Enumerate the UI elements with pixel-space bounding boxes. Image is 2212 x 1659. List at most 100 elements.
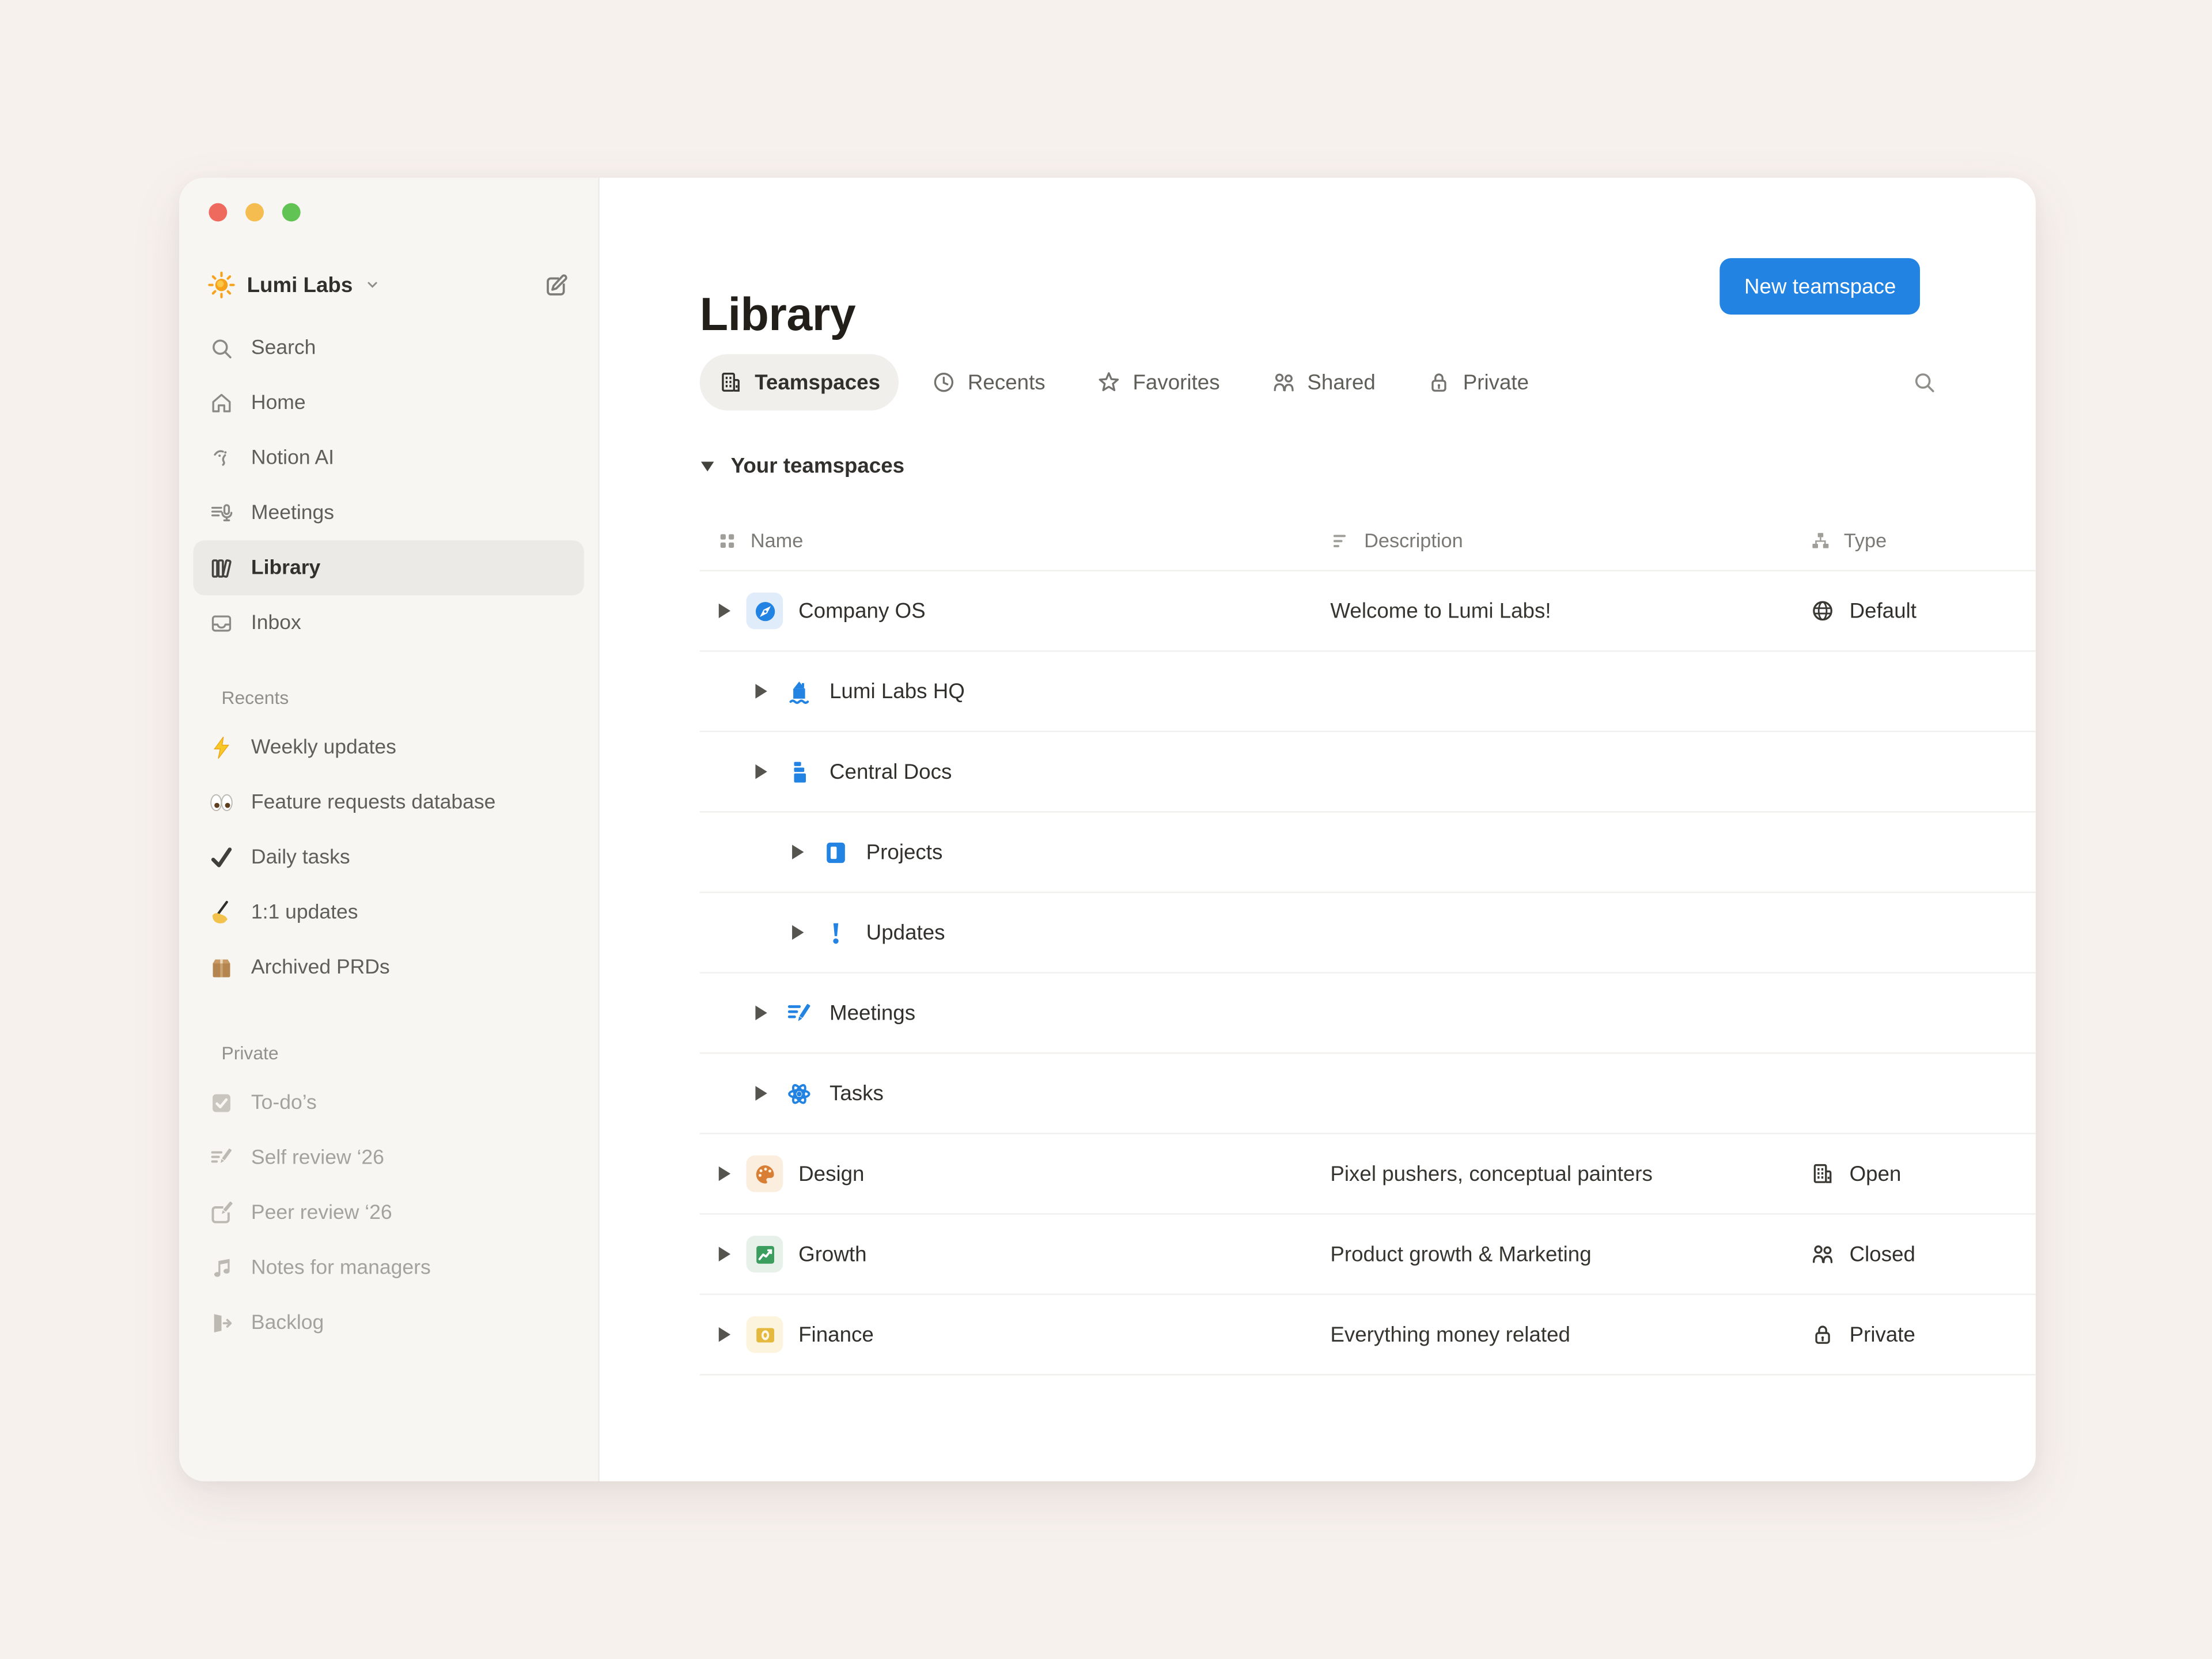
- private-item-todos[interactable]: To-do’s: [194, 1075, 584, 1130]
- private-item-notes-for-managers[interactable]: Notes for managers: [194, 1240, 584, 1296]
- tab-favorites[interactable]: Favorites: [1078, 354, 1238, 411]
- new-teamspace-button[interactable]: New teamspace: [1720, 258, 1920, 315]
- private-item-label: Self review ‘26: [251, 1146, 384, 1169]
- expand-toggle-icon[interactable]: [717, 1326, 733, 1343]
- close-window-button[interactable]: [209, 203, 227, 222]
- triangle-down-icon: [700, 459, 715, 474]
- expand-toggle-icon[interactable]: [717, 1245, 733, 1262]
- column-label: Description: [1364, 529, 1463, 551]
- recent-item-daily-tasks[interactable]: Daily tasks: [194, 830, 584, 885]
- expand-toggle-icon[interactable]: [753, 1085, 770, 1101]
- private-item-peer-review[interactable]: Peer review ‘26: [194, 1185, 584, 1240]
- sidebar: Lumi Labs Search Home Notion AI: [179, 178, 600, 1482]
- sidebar-item-label: Search: [251, 336, 316, 359]
- lightning-icon: [207, 733, 236, 761]
- text-lines-icon: [1330, 530, 1351, 551]
- zoom-window-button[interactable]: [282, 203, 301, 222]
- type-label: Default: [1850, 599, 1916, 623]
- sidebar-item-home[interactable]: Home: [194, 375, 584, 430]
- table-row-updates[interactable]: Updates: [700, 893, 2036, 974]
- sidebar-item-meetings[interactable]: Meetings: [194, 485, 584, 540]
- list-pencil-blue-icon: [783, 999, 814, 1027]
- recent-item-archived-prds[interactable]: Archived PRDs: [194, 940, 584, 995]
- teamspace-description: Everything money related: [1330, 1323, 1810, 1347]
- recent-item-1-1-updates[interactable]: 1:1 updates: [194, 885, 584, 940]
- tab-label: Shared: [1307, 370, 1375, 395]
- package-icon: [207, 953, 236, 981]
- table-row-meetings[interactable]: Meetings: [700, 974, 2036, 1054]
- private-item-label: Notes for managers: [251, 1256, 431, 1279]
- expand-toggle-icon[interactable]: [717, 603, 733, 619]
- table-header: Name Description Type: [700, 511, 2036, 571]
- table-row-growth[interactable]: Growth Product growth & Marketing Closed: [700, 1215, 2036, 1296]
- teamspace-name: Updates: [866, 921, 945, 945]
- table-row-design[interactable]: Design Pixel pushers, conceptual painter…: [700, 1134, 2036, 1215]
- recent-item-feature-requests[interactable]: Feature requests database: [194, 774, 584, 830]
- meetings-icon: [207, 499, 236, 527]
- teamspace-type: Open: [1810, 1161, 2036, 1187]
- recent-item-weekly-updates[interactable]: Weekly updates: [194, 719, 584, 775]
- expand-toggle-icon[interactable]: [753, 1005, 770, 1021]
- table-row-tasks[interactable]: Tasks: [700, 1054, 2036, 1134]
- column-header-name: Name: [700, 529, 1331, 551]
- recent-item-label: Archived PRDs: [251, 956, 390, 978]
- sidebar-item-label: Home: [251, 392, 306, 414]
- table-row-company-os[interactable]: Company OS Welcome to Lumi Labs! Default: [700, 571, 2036, 652]
- library-tabs: Teamspaces Recents Favorites Shared Priv…: [700, 354, 1937, 411]
- org-chart-icon: [1810, 530, 1831, 551]
- todo-checkbox-icon: [207, 1088, 236, 1116]
- building-icon: [718, 370, 744, 395]
- teamspace-name: Design: [798, 1162, 864, 1186]
- table-row-central-docs[interactable]: Central Docs: [700, 732, 2036, 813]
- table-search-icon[interactable]: [1911, 370, 1937, 395]
- money-icon: [747, 1316, 783, 1353]
- workspace-switcher[interactable]: Lumi Labs: [207, 271, 381, 299]
- teamspaces-table: Name Description Type Company OS: [700, 511, 2036, 1376]
- app-window: Lumi Labs Search Home Notion AI: [179, 178, 2036, 1482]
- private-section-label: Private: [221, 1043, 598, 1064]
- expand-toggle-icon[interactable]: [790, 924, 806, 941]
- private-item-backlog[interactable]: Backlog: [194, 1295, 584, 1350]
- atom-icon: [783, 1080, 814, 1107]
- expand-toggle-icon[interactable]: [790, 843, 806, 860]
- expand-toggle-icon[interactable]: [717, 1165, 733, 1182]
- private-item-self-review[interactable]: Self review ‘26: [194, 1130, 584, 1185]
- recent-item-label: 1:1 updates: [251, 901, 358, 923]
- panel-icon: [820, 839, 851, 866]
- private-item-label: To-do’s: [251, 1091, 317, 1113]
- exclamation-icon: [820, 919, 851, 946]
- library-icon: [207, 554, 236, 582]
- tab-label: Teamspaces: [755, 370, 880, 395]
- chart-up-icon: [747, 1236, 783, 1272]
- window-controls: [179, 203, 598, 222]
- expand-toggle-icon[interactable]: [753, 683, 770, 699]
- table-row-finance[interactable]: Finance Everything money related Private: [700, 1295, 2036, 1376]
- teamspace-name: Meetings: [830, 1001, 915, 1025]
- tab-recents[interactable]: Recents: [912, 354, 1063, 411]
- recent-item-label: Daily tasks: [251, 846, 350, 868]
- sidebar-item-inbox[interactable]: Inbox: [194, 595, 584, 650]
- tab-private[interactable]: Private: [1408, 354, 1547, 411]
- inbox-icon: [207, 609, 236, 637]
- sidebar-item-label: Meetings: [251, 502, 334, 524]
- column-header-description: Description: [1330, 529, 1810, 551]
- teamspace-name: Company OS: [798, 599, 926, 623]
- teamspace-name: Tasks: [830, 1081, 884, 1105]
- type-label: Private: [1850, 1323, 1915, 1347]
- sidebar-item-search[interactable]: Search: [194, 320, 584, 376]
- your-teamspaces-toggle[interactable]: Your teamspaces: [700, 454, 904, 479]
- table-row-lumi-labs-hq[interactable]: Lumi Labs HQ: [700, 652, 2036, 732]
- sun-icon: [207, 271, 236, 299]
- sidebar-item-library[interactable]: Library: [194, 540, 584, 596]
- tab-shared[interactable]: Shared: [1252, 354, 1394, 411]
- column-label: Type: [1844, 529, 1887, 551]
- minimize-window-button[interactable]: [245, 203, 264, 222]
- building-icon: [1810, 1161, 1835, 1187]
- expand-toggle-icon[interactable]: [753, 763, 770, 780]
- sidebar-item-label: Inbox: [251, 612, 301, 634]
- new-page-button[interactable]: [543, 271, 570, 298]
- teamspace-name: Central Docs: [830, 760, 952, 784]
- sidebar-item-notion-ai[interactable]: Notion AI: [194, 430, 584, 486]
- tab-teamspaces[interactable]: Teamspaces: [700, 354, 899, 411]
- table-row-projects[interactable]: Projects: [700, 813, 2036, 893]
